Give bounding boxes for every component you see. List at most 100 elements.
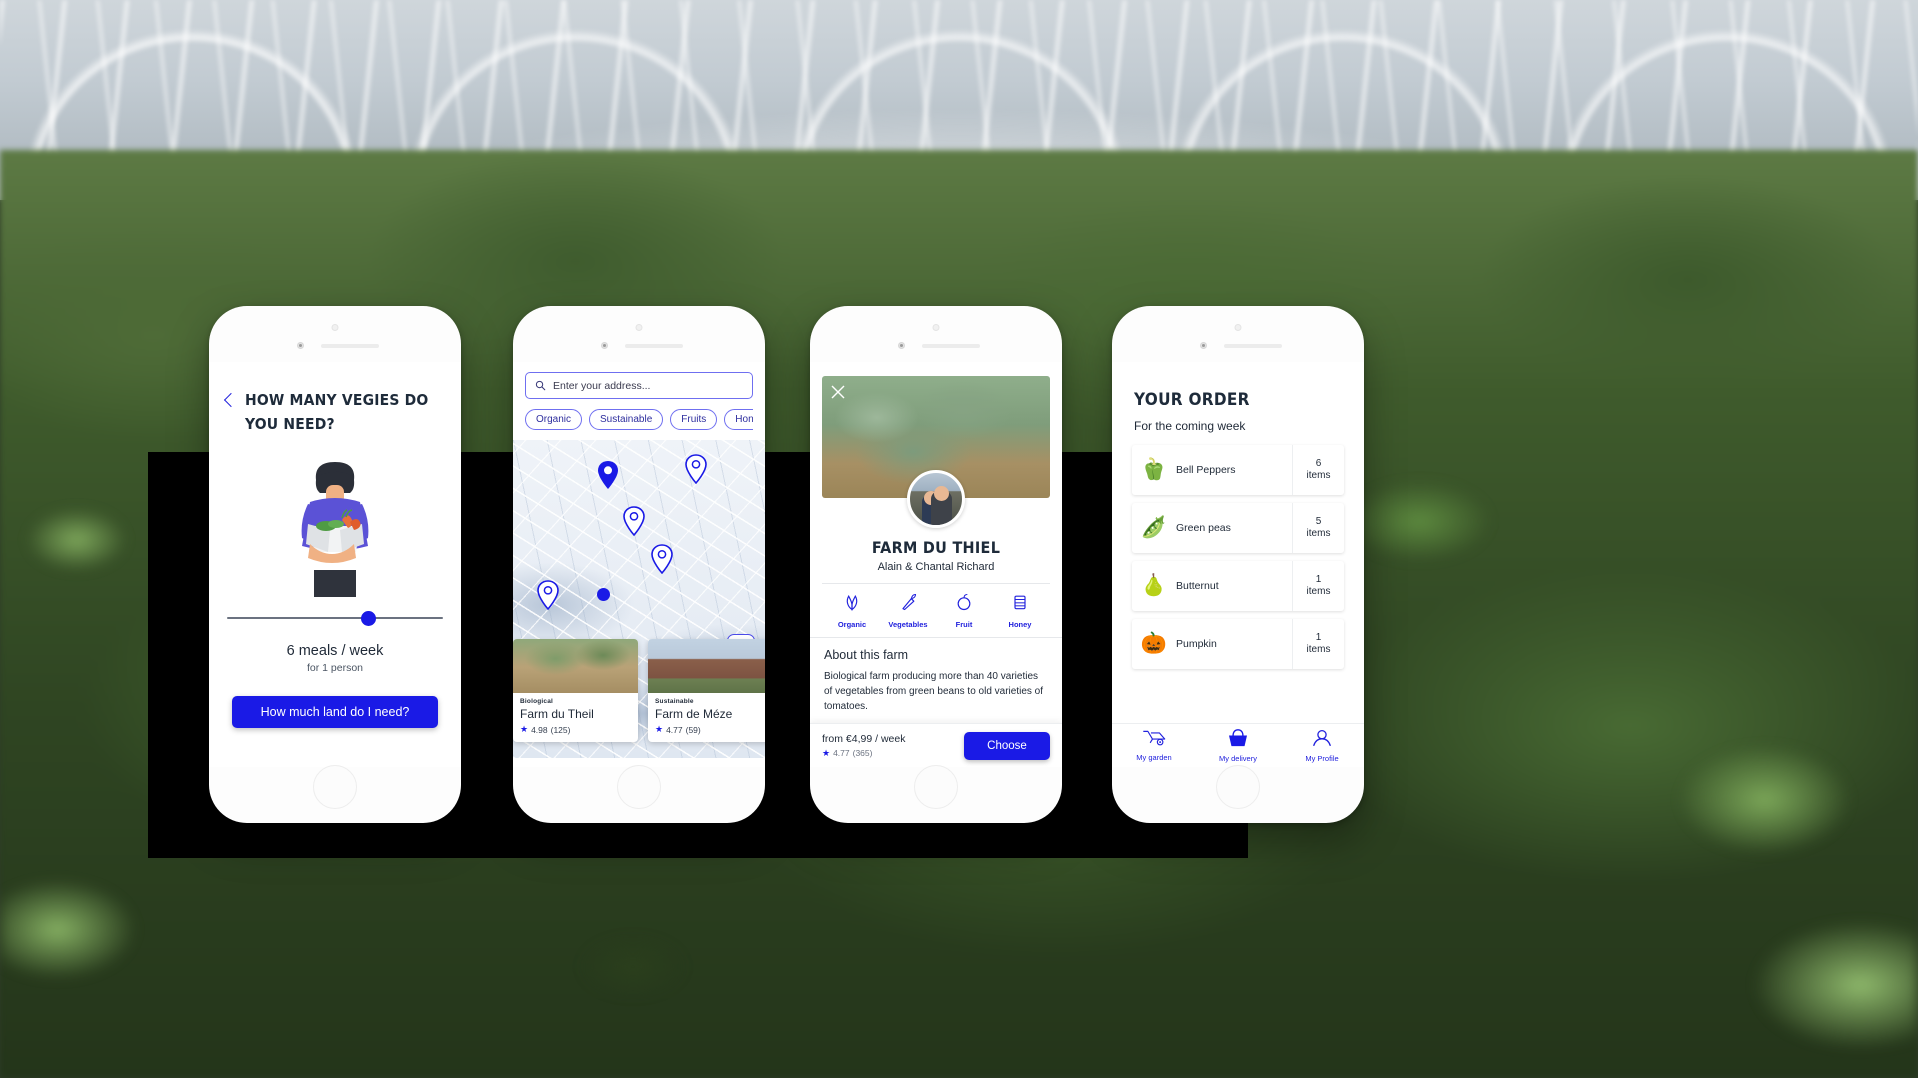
- filter-chip-fruits[interactable]: Fruits: [670, 409, 718, 430]
- farm-card[interactable]: Biological Farm du Theil ★ 4.98 (125): [513, 639, 638, 742]
- quantity-unit: items: [1306, 470, 1331, 481]
- quantity-value: 5: [1315, 515, 1322, 527]
- search-icon: [535, 380, 546, 391]
- item-quantity: 6 items: [1292, 445, 1344, 495]
- farm-card-body: Biological Farm du Theil ★ 4.98 (125): [513, 693, 638, 742]
- earpiece-speaker: [321, 344, 379, 348]
- home-button[interactable]: [617, 765, 661, 809]
- order-item-list: 🫑 Bell Peppers 6 items 🫛 Green peas 5 it…: [1132, 445, 1344, 669]
- phone-bezel-top: [209, 306, 461, 366]
- item-quantity: 1 items: [1292, 619, 1344, 669]
- how-much-land-button[interactable]: How much land do I need?: [232, 696, 438, 729]
- phone3-screen: Farm du Thiel Alain & Chantal Richard Or…: [810, 362, 1062, 767]
- farm-tag: Sustainable: [655, 698, 694, 705]
- feature-organic[interactable]: Organic: [829, 592, 875, 629]
- basket-icon: [1229, 728, 1247, 746]
- star-icon: ★: [520, 724, 529, 734]
- feature-honey[interactable]: Honey: [997, 592, 1043, 629]
- quantity-value: 6: [1315, 457, 1322, 469]
- rating-value: 4.98: [531, 724, 548, 735]
- phone-mockup-1: How many vegies do you need?: [209, 306, 461, 823]
- address-search-bar[interactable]: Enter your address...: [525, 372, 753, 399]
- phone-bezel-top: [810, 306, 1062, 366]
- feature-label: Fruit: [955, 620, 973, 629]
- person-icon: [1313, 729, 1331, 746]
- rating-value: 4.77: [833, 748, 850, 758]
- filter-chip-honey[interactable]: Honey: [724, 409, 753, 430]
- bell-pepper-icon: 🫑: [1140, 458, 1168, 481]
- home-button[interactable]: [1216, 765, 1260, 809]
- list-item[interactable]: 🎃 Pumpkin 1 items: [1132, 619, 1344, 669]
- map-pin[interactable]: [651, 544, 673, 574]
- close-icon[interactable]: [830, 384, 846, 400]
- item-name: Green peas: [1176, 522, 1231, 534]
- star-icon: ★: [822, 747, 831, 758]
- item-quantity: 5 items: [1292, 503, 1344, 553]
- farm-action-bar: from €4,99 / week ★ 4.77 (365) Choose: [810, 723, 1062, 767]
- phone1-header: How many vegies do you need?: [209, 362, 461, 436]
- farm-rating: ★ 4.77 (365): [822, 748, 905, 759]
- map-pin[interactable]: [623, 506, 645, 536]
- list-item[interactable]: 🍐 Butternut 1 items: [1132, 561, 1344, 611]
- apple-icon: [957, 593, 971, 611]
- camera-icon: [331, 324, 339, 331]
- list-item[interactable]: 🫑 Bell Peppers 6 items: [1132, 445, 1344, 495]
- list-item[interactable]: 🫛 Green peas 5 items: [1132, 503, 1344, 553]
- slider-thumb[interactable]: [360, 611, 376, 627]
- search-input[interactable]: Enter your address...: [553, 380, 650, 392]
- pumpkin-icon: 🎃: [1140, 632, 1168, 655]
- avatar: [907, 470, 965, 528]
- earpiece-speaker: [1224, 344, 1282, 348]
- farm-hero-image: [822, 376, 1050, 528]
- feature-label: Honey: [1008, 620, 1032, 629]
- phone-mockup-2: Enter your address... Organic Sustainabl…: [513, 306, 765, 823]
- nav-label: My garden: [1136, 753, 1172, 762]
- sensor-dot-icon: [900, 344, 903, 347]
- map-pin[interactable]: [537, 580, 559, 610]
- choose-button[interactable]: Choose: [964, 731, 1050, 760]
- leaf-icon: [846, 594, 858, 611]
- sensor-dot-icon: [603, 344, 606, 347]
- farm-card-carousel[interactable]: Biological Farm du Theil ★ 4.98 (125) Su…: [513, 639, 765, 758]
- feature-label: Vegetables: [888, 620, 928, 629]
- carrot-icon: [902, 593, 917, 611]
- meals-per-week-slider[interactable]: [227, 609, 443, 627]
- home-button[interactable]: [313, 765, 357, 809]
- review-count: (125): [550, 724, 571, 735]
- feature-fruit[interactable]: Fruit: [941, 592, 987, 629]
- filter-chip-sustainable[interactable]: Sustainable: [589, 409, 664, 430]
- chevron-left-icon[interactable]: [223, 392, 235, 412]
- nav-item-my-garden[interactable]: My garden: [1124, 729, 1184, 762]
- price-label: from €4,99 / week: [822, 732, 906, 745]
- nav-item-my-profile[interactable]: My Profile: [1292, 729, 1352, 763]
- filter-chip-organic[interactable]: Organic: [525, 409, 583, 430]
- farm-name-title: Farm du Thiel: [871, 538, 1001, 557]
- quantity-value: 1: [1315, 573, 1322, 585]
- price-block: from €4,99 / week ★ 4.77 (365): [822, 733, 905, 759]
- item-name: Butternut: [1176, 580, 1219, 592]
- farm-rating: ★ 4.98 (125): [520, 724, 631, 735]
- farm-map[interactable]: Biological Farm du Theil ★ 4.98 (125) Su…: [513, 440, 765, 758]
- page-subtitle: For the coming week: [1134, 419, 1246, 433]
- quantity-unit: items: [1306, 586, 1331, 597]
- sensor-dot-icon: [299, 344, 302, 347]
- farm-feature-row: Organic Vegetables Fruit Honey: [810, 584, 1062, 629]
- phone-mockup-4: Your order For the coming week 🫑 Bell Pe…: [1112, 306, 1364, 823]
- phone4-screen: Your order For the coming week 🫑 Bell Pe…: [1112, 362, 1364, 767]
- home-button[interactable]: [914, 765, 958, 809]
- quantity-unit: items: [1306, 528, 1331, 539]
- user-location-dot: [597, 588, 610, 601]
- farm-name: Farm de Méze: [655, 707, 733, 721]
- map-pin-selected[interactable]: [597, 460, 619, 490]
- map-pin[interactable]: [685, 454, 707, 484]
- nav-item-my-delivery[interactable]: My delivery: [1208, 728, 1268, 763]
- farm-name: Farm du Theil: [520, 707, 594, 721]
- slider-track: [227, 617, 443, 620]
- item-name: Pumpkin: [1176, 638, 1217, 650]
- divider: [810, 637, 1062, 638]
- feature-label: Organic: [837, 620, 867, 629]
- camera-icon: [932, 324, 940, 331]
- farm-rating: ★ 4.77 (59): [655, 724, 765, 735]
- farm-card[interactable]: Sustainable Farm de Méze ★ 4.77 (59): [648, 639, 765, 742]
- feature-vegetables[interactable]: Vegetables: [885, 592, 931, 629]
